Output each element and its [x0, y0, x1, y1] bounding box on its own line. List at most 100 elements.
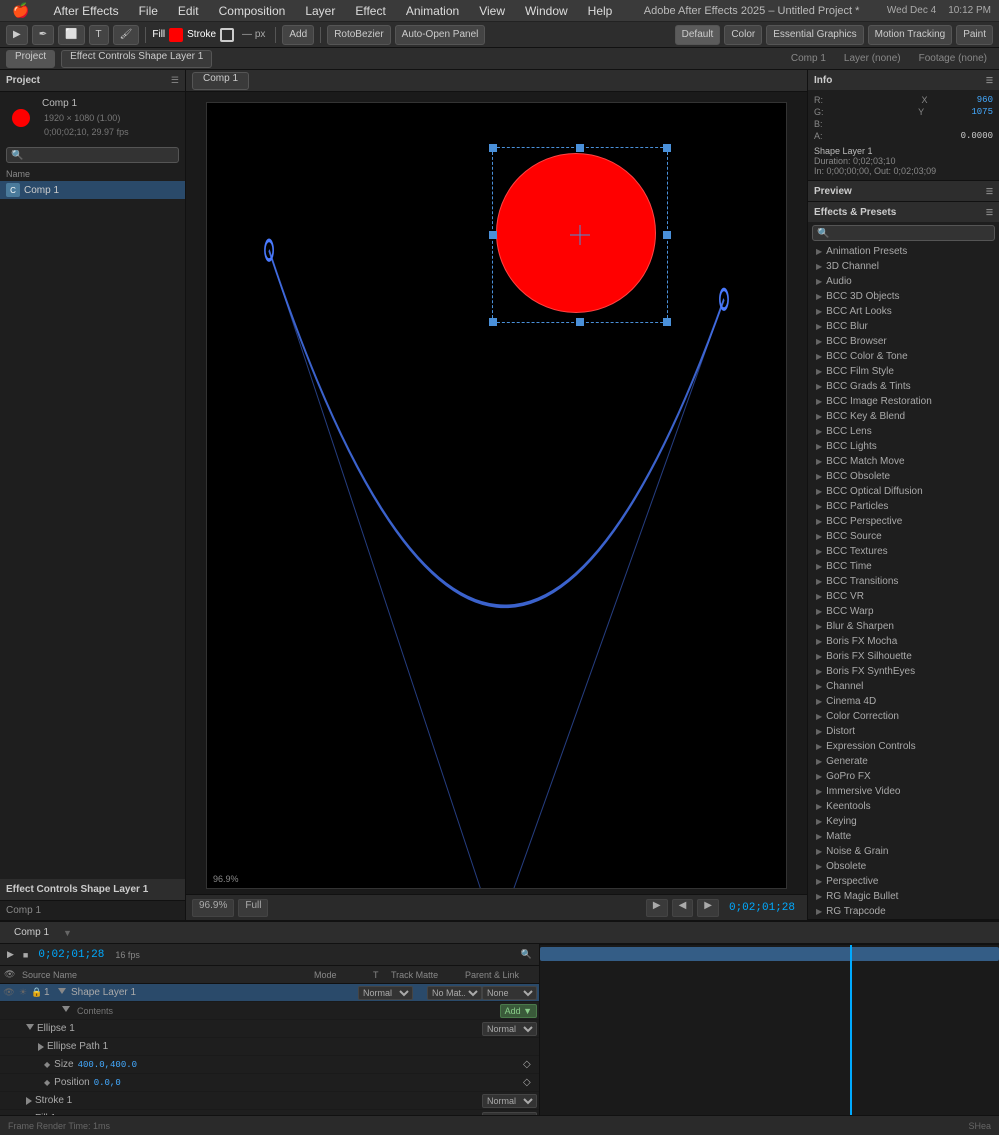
effects-item-19[interactable]: ▶BCC Source: [808, 529, 999, 544]
menu-effect[interactable]: Effect: [351, 2, 389, 20]
effects-search-input[interactable]: [812, 225, 995, 241]
ellipse-path1-expand[interactable]: [38, 1043, 44, 1051]
info-expand-icon[interactable]: ☰: [986, 76, 993, 85]
layer-track-matte-select[interactable]: No Mat...: [427, 986, 482, 1000]
stroke1-expand[interactable]: [26, 1097, 32, 1105]
effects-item-31[interactable]: ▶Color Correction: [808, 709, 999, 724]
effects-item-35[interactable]: ▶GoPro FX: [808, 769, 999, 784]
apple-menu[interactable]: 🍎: [8, 0, 33, 21]
fill1-mode[interactable]: Normal: [482, 1112, 537, 1116]
ellipse1-row[interactable]: Ellipse 1 Normal: [0, 1020, 539, 1038]
default-tab[interactable]: Default: [675, 25, 721, 45]
effects-item-30[interactable]: ▶Cinema 4D: [808, 694, 999, 709]
frame-back-btn[interactable]: ◀: [672, 899, 694, 917]
effects-item-33[interactable]: ▶Expression Controls: [808, 739, 999, 754]
color-tab[interactable]: Color: [724, 25, 762, 45]
comp-viewer-tab[interactable]: Comp 1: [785, 53, 832, 64]
select-tool[interactable]: ▶: [6, 25, 28, 45]
layer-vis-toggle[interactable]: 👁: [2, 986, 16, 1000]
add-button[interactable]: Add: [282, 25, 314, 45]
shape1-bar[interactable]: [540, 947, 999, 961]
timeline-tracks[interactable]: [540, 945, 999, 1115]
rotobezier-btn[interactable]: RotoBezier: [327, 25, 390, 45]
effects-item-4[interactable]: ▶BCC Art Looks: [808, 304, 999, 319]
stroke-color-swatch[interactable]: [220, 28, 234, 42]
ellipse-path1-row[interactable]: Ellipse Path 1: [0, 1038, 539, 1056]
stroke1-row[interactable]: Stroke 1 Normal: [0, 1092, 539, 1110]
stroke1-mode[interactable]: Normal: [482, 1094, 537, 1108]
menu-edit[interactable]: Edit: [174, 2, 203, 20]
timeline-comp-tab[interactable]: Comp 1: [8, 927, 55, 938]
effects-item-43[interactable]: ▶RG Magic Bullet: [808, 889, 999, 904]
effects-item-38[interactable]: ▶Keying: [808, 814, 999, 829]
ellipse1-expand[interactable]: [26, 1024, 34, 1034]
effects-item-34[interactable]: ▶Generate: [808, 754, 999, 769]
menu-layer[interactable]: Layer: [301, 2, 339, 20]
layer-parent-select[interactable]: None: [482, 986, 537, 1000]
comp-viewer-tab-btn[interactable]: Comp 1: [192, 72, 249, 90]
menu-composition[interactable]: Composition: [215, 2, 290, 20]
effects-item-18[interactable]: ▶BCC Perspective: [808, 514, 999, 529]
essential-graphics-tab[interactable]: Essential Graphics: [766, 25, 863, 45]
effects-item-1[interactable]: ▶3D Channel: [808, 259, 999, 274]
effects-item-21[interactable]: ▶BCC Time: [808, 559, 999, 574]
quality-control[interactable]: Full: [238, 899, 268, 917]
effects-item-8[interactable]: ▶BCC Film Style: [808, 364, 999, 379]
effects-item-15[interactable]: ▶BCC Obsolete: [808, 469, 999, 484]
effects-item-27[interactable]: ▶Boris FX Silhouette: [808, 649, 999, 664]
effects-item-10[interactable]: ▶BCC Image Restoration: [808, 394, 999, 409]
effects-item-7[interactable]: ▶BCC Color & Tone: [808, 349, 999, 364]
effects-item-42[interactable]: ▶Perspective: [808, 874, 999, 889]
effects-item-25[interactable]: ▶Blur & Sharpen: [808, 619, 999, 634]
menu-file[interactable]: File: [135, 2, 162, 20]
effects-item-28[interactable]: ▶Boris FX SynthEyes: [808, 664, 999, 679]
tl-play-btn[interactable]: ▶: [4, 949, 17, 960]
play-btn[interactable]: ▶: [646, 899, 668, 917]
layer-solo[interactable]: ☀: [16, 986, 30, 1000]
effects-item-23[interactable]: ▶BCC VR: [808, 589, 999, 604]
effects-item-24[interactable]: ▶BCC Warp: [808, 604, 999, 619]
pos-value[interactable]: 0.0,0: [94, 1078, 164, 1088]
size-keyframe-btn[interactable]: ◇: [523, 1059, 537, 1070]
tl-search-icon[interactable]: 🔍: [518, 949, 535, 960]
zoom-control[interactable]: 96.9%: [192, 899, 234, 917]
effects-item-22[interactable]: ▶BCC Transitions: [808, 574, 999, 589]
motion-tracking-tab[interactable]: Motion Tracking: [868, 25, 953, 45]
brush-tool[interactable]: 🖌: [113, 25, 140, 45]
tl-timecode[interactable]: 0;02;01;28: [34, 949, 108, 961]
menu-aftereffects[interactable]: After Effects: [49, 2, 122, 20]
comp-list-item-comp1[interactable]: C Comp 1: [0, 181, 185, 199]
paint-tab[interactable]: Paint: [956, 25, 993, 45]
fill1-row[interactable]: Fill 1 Normal: [0, 1110, 539, 1115]
pen-tool[interactable]: ✒: [32, 25, 54, 45]
effects-item-13[interactable]: ▶BCC Lights: [808, 439, 999, 454]
effects-item-37[interactable]: ▶Keentools: [808, 799, 999, 814]
project-search-input[interactable]: [6, 147, 179, 163]
size-value[interactable]: 400.0,400.0: [78, 1060, 148, 1070]
effects-item-36[interactable]: ▶Immersive Video: [808, 784, 999, 799]
project-tab[interactable]: Project: [6, 50, 55, 68]
pos-keyframe-icon[interactable]: ◆: [44, 1078, 50, 1087]
effects-item-5[interactable]: ▶BCC Blur: [808, 319, 999, 334]
menu-window[interactable]: Window: [521, 2, 572, 20]
effects-item-20[interactable]: ▶BCC Textures: [808, 544, 999, 559]
timeline-expand[interactable]: ▼: [63, 928, 72, 938]
effects-item-12[interactable]: ▶BCC Lens: [808, 424, 999, 439]
effects-item-9[interactable]: ▶BCC Grads & Tints: [808, 379, 999, 394]
shape-tool[interactable]: ⬜: [58, 25, 84, 45]
layer-expand-icon[interactable]: [58, 988, 66, 998]
effects-item-44[interactable]: ▶RG Trapcode: [808, 904, 999, 919]
effects-item-6[interactable]: ▶BCC Browser: [808, 334, 999, 349]
effects-item-3[interactable]: ▶BCC 3D Objects: [808, 289, 999, 304]
fill1-expand[interactable]: [26, 1115, 32, 1116]
effect-controls-tab[interactable]: Effect Controls Shape Layer 1: [61, 50, 212, 68]
panel-menu-icon[interactable]: ☰: [171, 75, 179, 86]
effects-item-0[interactable]: ▶Animation Presets: [808, 244, 999, 259]
contents-expand[interactable]: [62, 1006, 70, 1016]
auto-open-panel-btn[interactable]: Auto-Open Panel: [395, 25, 486, 45]
pos-keyframe-btn[interactable]: ◇: [523, 1077, 537, 1088]
layer-shape1-row[interactable]: 👁 ☀ 🔒 1 Shape Layer 1 Normal No Mat... N…: [0, 984, 539, 1002]
preview-expand-icon[interactable]: ☰: [986, 187, 993, 196]
effects-item-16[interactable]: ▶BCC Optical Diffusion: [808, 484, 999, 499]
effects-item-2[interactable]: ▶Audio: [808, 274, 999, 289]
